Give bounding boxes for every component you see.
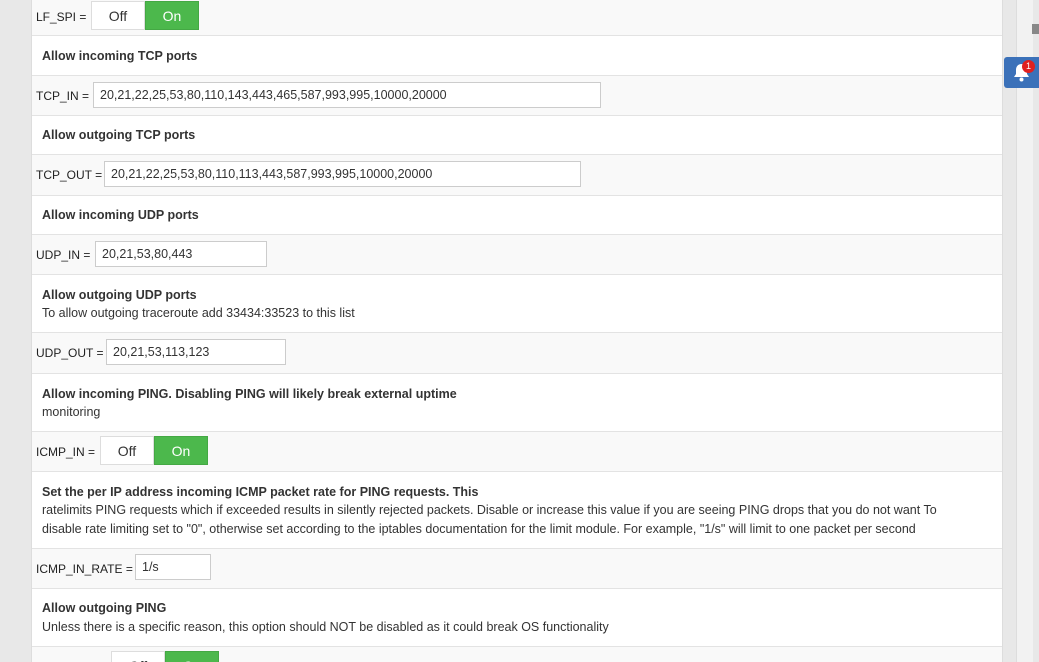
udp-in-title: Allow incoming UDP ports xyxy=(42,208,199,222)
lf-spi-toggle[interactable]: Off On xyxy=(91,1,199,30)
tcp-out-input[interactable]: 20,21,22,25,53,80,110,113,443,587,993,99… xyxy=(104,161,581,187)
udp-out-desc: To allow outgoing traceroute add 33434:3… xyxy=(42,306,355,320)
udp-in-input[interactable]: 20,21,53,80,443 xyxy=(95,241,267,267)
option-udp-in: UDP_IN = 20,21,53,80,443 xyxy=(32,235,1002,275)
lf-spi-on-button[interactable]: On xyxy=(145,1,199,30)
option-icmp-out: Off On xyxy=(32,647,1002,662)
tcp-out-label: TCP_OUT = xyxy=(36,168,103,182)
udp-in-description: Allow incoming UDP ports xyxy=(32,196,1002,235)
icmp-in-rate-desc-line2: disable rate limiting set to "0", otherw… xyxy=(42,522,916,536)
icmp-in-rate-description: Set the per IP address incoming ICMP pac… xyxy=(32,472,1002,549)
lf-spi-off-button[interactable]: Off xyxy=(91,1,145,30)
tcp-out-description: Allow outgoing TCP ports xyxy=(32,116,1002,155)
icmp-out-title: Allow outgoing PING xyxy=(42,601,167,615)
tcp-out-title: Allow outgoing TCP ports xyxy=(42,128,196,142)
notification-button[interactable] xyxy=(1004,57,1039,88)
udp-out-description: Allow outgoing UDP ports To allow outgoi… xyxy=(32,275,1002,333)
icmp-out-toggle[interactable]: Off On xyxy=(111,651,219,662)
settings-panel: LF_SPI = Off On Allow incoming TCP ports… xyxy=(31,0,1003,662)
icmp-in-label: ICMP_IN = xyxy=(36,445,96,459)
udp-out-input[interactable]: 20,21,53,113,123 xyxy=(106,339,286,365)
option-icmp-in: ICMP_IN = Off On xyxy=(32,432,1002,472)
udp-out-label: UDP_OUT = xyxy=(36,346,104,360)
scrollbar-thumb[interactable] xyxy=(1032,24,1039,34)
udp-out-title: Allow outgoing UDP ports xyxy=(42,288,197,302)
tcp-in-label: TCP_IN = xyxy=(36,89,90,103)
icmp-in-rate-label: ICMP_IN_RATE = xyxy=(36,562,133,576)
udp-in-label: UDP_IN = xyxy=(36,248,91,262)
lf-spi-label: LF_SPI = xyxy=(36,10,87,24)
icmp-in-on-button[interactable]: On xyxy=(154,436,208,465)
icmp-out-description: Allow outgoing PING Unless there is a sp… xyxy=(32,589,1002,647)
option-tcp-in: TCP_IN = 20,21,22,25,53,80,110,143,443,4… xyxy=(32,76,1002,116)
icmp-in-title: Allow incoming PING. Disabling PING will… xyxy=(42,387,457,401)
tcp-in-title: Allow incoming TCP ports xyxy=(42,49,198,63)
icmp-in-off-button[interactable]: Off xyxy=(100,436,154,465)
icmp-in-description: Allow incoming PING. Disabling PING will… xyxy=(32,374,1002,432)
icmp-in-rate-title: Set the per IP address incoming ICMP pac… xyxy=(42,485,479,499)
icmp-in-rate-desc-line1: ratelimits PING requests which if exceed… xyxy=(42,503,937,517)
icmp-in-toggle[interactable]: Off On xyxy=(100,436,208,465)
option-udp-out: UDP_OUT = 20,21,53,113,123 xyxy=(32,333,1002,374)
tcp-in-description: Allow incoming TCP ports xyxy=(32,36,1002,76)
icmp-out-off-button[interactable]: Off xyxy=(111,651,165,662)
option-tcp-out: TCP_OUT = 20,21,22,25,53,80,110,113,443,… xyxy=(32,155,1002,196)
icmp-in-desc: monitoring xyxy=(42,405,101,419)
icmp-out-on-button[interactable]: On xyxy=(165,651,219,662)
icmp-in-rate-input[interactable]: 1/s xyxy=(135,554,211,580)
option-lf-spi: LF_SPI = Off On xyxy=(32,0,1002,36)
tcp-in-input[interactable]: 20,21,22,25,53,80,110,143,443,465,587,99… xyxy=(93,82,601,108)
option-icmp-in-rate: ICMP_IN_RATE = 1/s xyxy=(32,549,1002,589)
icmp-out-desc: Unless there is a specific reason, this … xyxy=(42,620,609,634)
page-scrollbar[interactable] xyxy=(1016,0,1033,662)
notification-count-badge: 1 xyxy=(1022,60,1035,73)
